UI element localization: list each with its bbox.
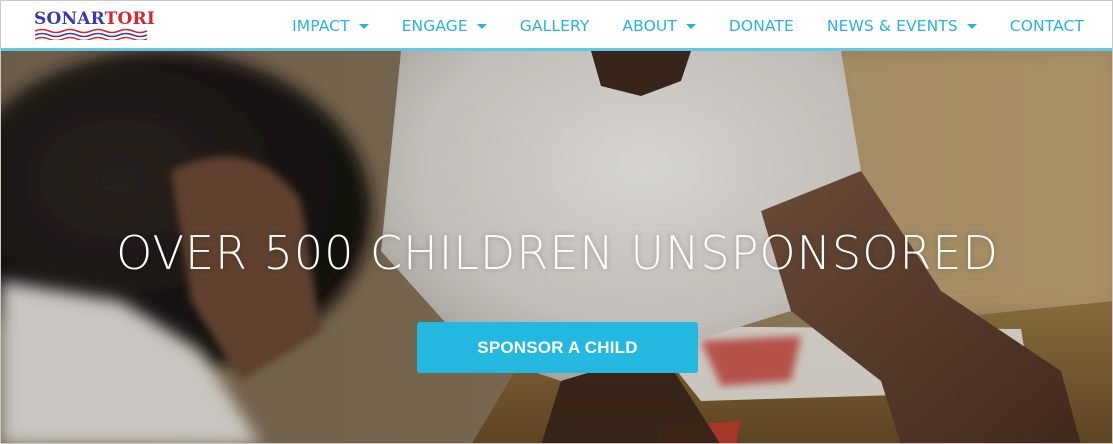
nav-item-label: CONTACT (1009, 17, 1084, 35)
nav-item-label: ENGAGE (401, 17, 468, 35)
nav-item-label: ABOUT (622, 17, 677, 35)
logo-text-part2: TORI (104, 9, 155, 29)
caret-down-icon (358, 24, 369, 29)
logo-wordmark: SONARTORI (34, 9, 155, 29)
logo-text-part1: SONAR (34, 9, 105, 29)
caret-down-icon (685, 24, 696, 29)
nav-item-impact[interactable]: IMPACT (292, 17, 369, 35)
nav-item-engage[interactable]: ENGAGE (402, 17, 487, 35)
nav-item-label: GALLERY (519, 17, 590, 35)
site-logo[interactable]: SONARTORI (34, 9, 155, 40)
page-frame: SONARTORI IMPACT ENGAGE GALLERY ABOUT DO… (0, 0, 1113, 444)
nav-item-label: NEWS & EVENTS (826, 17, 958, 35)
nav-item-gallery[interactable]: GALLERY (520, 17, 590, 35)
main-nav: IMPACT ENGAGE GALLERY ABOUT DONATE NEWS … (292, 1, 1084, 51)
nav-item-news-events[interactable]: NEWS & EVENTS (827, 17, 977, 35)
top-navbar: SONARTORI IMPACT ENGAGE GALLERY ABOUT DO… (1, 1, 1112, 51)
hero-banner: OVER 500 CHILDREN UNSPONSORED SPONSOR A … (1, 51, 1112, 443)
sponsor-a-child-button[interactable]: SPONSOR A CHILD (417, 322, 698, 373)
nav-item-label: DONATE (728, 17, 794, 35)
nav-item-label: IMPACT (292, 17, 350, 35)
hero-headline: OVER 500 CHILDREN UNSPONSORED (116, 226, 999, 280)
logo-waves-icon (35, 28, 148, 40)
caret-down-icon (966, 24, 977, 29)
nav-item-contact[interactable]: CONTACT (1010, 17, 1084, 35)
nav-item-about[interactable]: ABOUT (622, 17, 696, 35)
caret-down-icon (476, 24, 487, 29)
nav-item-donate[interactable]: DONATE (729, 17, 794, 35)
